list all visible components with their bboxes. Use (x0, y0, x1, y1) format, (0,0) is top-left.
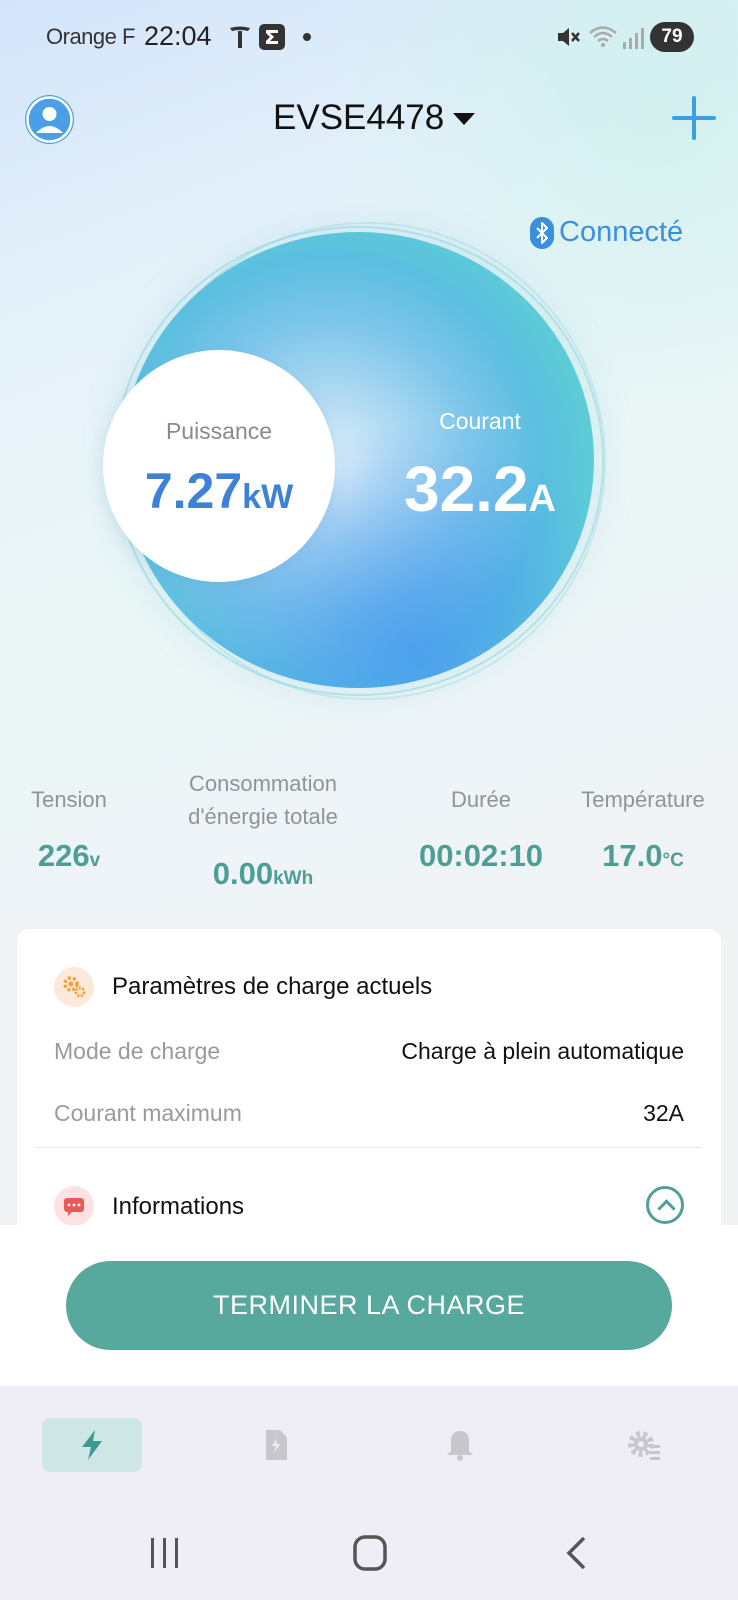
caret-down-icon[interactable] (453, 113, 475, 125)
energy-unit: kWh (273, 868, 314, 889)
home-icon[interactable] (352, 1534, 388, 1572)
max-current-label: Courant maximum (54, 1100, 242, 1126)
duration-number: 00:02:10 (418, 838, 544, 873)
current-label: Courant (439, 408, 521, 434)
dot-icon (303, 33, 311, 41)
energy-label-line2: d'énergie totale (188, 804, 338, 829)
current-unit: A (528, 478, 556, 520)
battery-indicator: 79 (650, 22, 694, 52)
wifi-icon (589, 26, 617, 47)
power-value: 7.27kW (103, 462, 335, 520)
power-label: Puissance (165, 418, 273, 444)
energy-label: Consommation d'énergie totale (163, 767, 363, 833)
stop-charge-button[interactable]: TERMINER LA CHARGE (66, 1261, 672, 1350)
voltage-number: 226 (37, 838, 90, 873)
current-number: 32.2 (403, 453, 529, 525)
params-title: Paramètres de charge actuels (112, 973, 433, 1000)
settings-icon (628, 1431, 660, 1460)
energy-label-line1: Consommation (189, 771, 337, 796)
signal-icon (623, 28, 644, 49)
chevron-up-icon[interactable] (646, 1186, 684, 1224)
energy-number: 0.00 (212, 856, 274, 891)
clock: 22:04 (144, 21, 212, 51)
tesla-icon (230, 26, 250, 48)
back-icon[interactable] (560, 1534, 596, 1570)
avatar-icon[interactable] (25, 95, 74, 144)
nav-notifications[interactable] (410, 1418, 510, 1472)
bluetooth-icon (530, 217, 554, 249)
recent-apps-icon[interactable] (147, 1534, 183, 1570)
lightning-icon (82, 1430, 102, 1460)
temperature-label: Température (581, 787, 705, 812)
device-selector[interactable]: EVSE4478 (273, 98, 444, 138)
bell-icon (447, 1431, 473, 1461)
voltage-value: 226v (14, 838, 124, 874)
voltage-label: Tension (31, 787, 107, 812)
connection-status: Connecté (559, 216, 684, 248)
document-icon (266, 1430, 287, 1460)
card-divider (36, 1147, 702, 1148)
carrier-label: Orange F (46, 24, 135, 49)
plus-icon[interactable] (672, 96, 716, 140)
temperature-unit: °C (662, 850, 684, 871)
current-value: 32.2A (380, 452, 580, 526)
info-title[interactable]: Informations (112, 1193, 244, 1221)
status-bar: Orange F 22:04 79 (0, 0, 738, 76)
voltage-unit: v (89, 850, 101, 871)
power-number: 7.27 (144, 463, 243, 519)
sigma-icon (259, 24, 285, 50)
nav-settings[interactable] (594, 1418, 694, 1472)
power-unit: kW (242, 478, 294, 516)
charge-mode-value: Charge à plein automatique (401, 1038, 684, 1064)
mute-icon (558, 28, 580, 46)
duration-label: Durée (451, 787, 511, 812)
energy-value: 0.00kWh (163, 856, 363, 892)
nav-charging[interactable] (42, 1418, 142, 1472)
charge-mode-label: Mode de charge (54, 1038, 221, 1064)
message-icon (54, 1186, 94, 1226)
max-current-value: 32A (643, 1100, 684, 1126)
gears-icon (54, 967, 94, 1007)
duration-value: 00:02:10 (401, 838, 561, 874)
temperature-value: 17.0°C (569, 838, 717, 874)
nav-report[interactable] (226, 1418, 326, 1472)
temperature-number: 17.0 (602, 838, 663, 873)
